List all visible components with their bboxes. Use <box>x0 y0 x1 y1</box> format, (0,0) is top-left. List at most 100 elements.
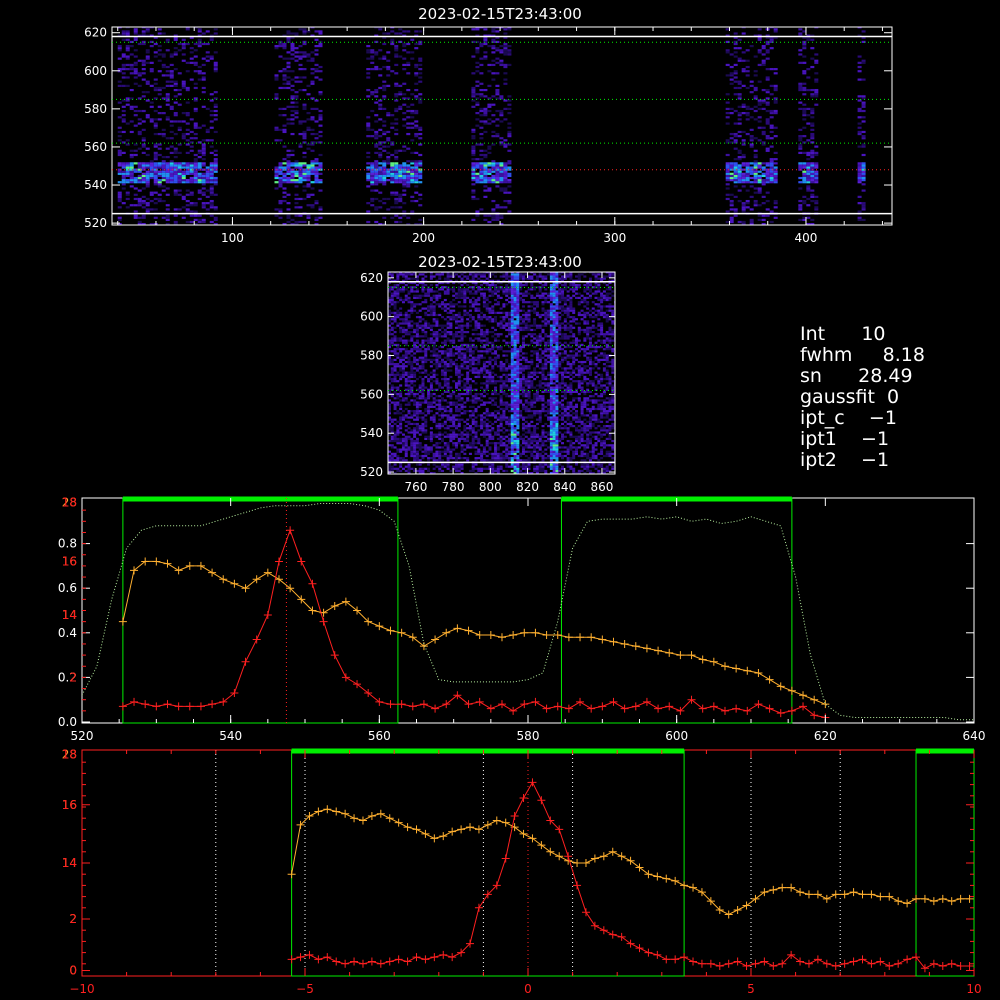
red-data-point <box>297 557 306 566</box>
orange-data-point <box>341 809 350 818</box>
orange-data-point <box>464 626 473 635</box>
orange-data-point <box>453 624 462 633</box>
orange-data-point <box>653 872 662 881</box>
orange-data-point <box>314 807 323 816</box>
red-data-point <box>587 704 596 713</box>
middle-y-tick-label: 620 <box>360 271 383 285</box>
top-y-tick-label: 520 <box>84 216 107 230</box>
orange-data-point <box>118 617 127 626</box>
orange-data-point <box>386 626 395 635</box>
red-data-point <box>724 959 733 968</box>
red-data-point <box>332 957 341 966</box>
orange-data-point <box>732 664 741 673</box>
spectrum-y-tick-label: 0.8 <box>58 537 77 551</box>
red-data-point <box>581 908 590 917</box>
orange-data-point <box>483 820 492 829</box>
middle-x-tick-label: 840 <box>553 480 576 494</box>
middle-x-tick-label: 800 <box>479 480 502 494</box>
orange-data-point <box>475 631 484 640</box>
red-data-point <box>431 704 440 713</box>
orange-data-point <box>787 686 796 695</box>
middle-y-tick-label: 600 <box>360 310 383 324</box>
red-data-point <box>376 959 385 968</box>
red-data-point <box>653 950 662 959</box>
orange-data-point <box>497 633 506 642</box>
red-data-point <box>938 962 947 971</box>
red-data-point <box>956 962 965 971</box>
orange-data-point <box>687 651 696 660</box>
orange-data-point <box>492 816 501 825</box>
red-data-point <box>598 702 607 711</box>
red-data-point <box>894 959 903 968</box>
red-data-point <box>754 700 763 709</box>
red-data-point <box>305 950 314 959</box>
orange-data-point <box>576 633 585 642</box>
red-data-point <box>796 957 805 966</box>
top-y-tick-label: 620 <box>84 26 107 40</box>
middle-x-tick-label: 860 <box>591 480 614 494</box>
orange-data-point <box>599 852 608 861</box>
red-data-point <box>439 950 448 959</box>
red-data-point <box>341 959 350 968</box>
red-data-point <box>430 953 439 962</box>
spectrum-x-tick-label: 580 <box>517 729 540 743</box>
velocity-x-tick-label: 0 <box>524 982 532 996</box>
red-data-point <box>252 635 261 644</box>
orange-data-point <box>831 890 840 899</box>
orange-data-point <box>626 856 635 865</box>
red-data-point <box>822 959 831 968</box>
top-panel-title: 2023-02-15T23:43:00 <box>418 5 582 23</box>
orange-data-point <box>671 876 680 885</box>
red-data-point <box>706 959 715 968</box>
top-x-tick-label: 200 <box>412 231 435 245</box>
red-data-point <box>386 700 395 709</box>
red-data-point <box>743 706 752 715</box>
red-data-point <box>296 953 305 962</box>
red-data-point <box>323 953 332 962</box>
middle-y-tick-label: 580 <box>360 349 383 363</box>
orange-data-point <box>520 628 529 637</box>
red-data-point <box>241 657 250 666</box>
red-data-point <box>733 957 742 966</box>
orange-data-point <box>385 814 394 823</box>
info-int: Int 10 <box>800 323 886 345</box>
orange-data-point <box>152 557 161 566</box>
red-data-point <box>274 557 283 566</box>
orange-data-point <box>778 883 787 892</box>
figure-canvas: 2023-02-15T23:43:00 2023-02-15T23:43:00 … <box>58 5 986 996</box>
orange-data-point <box>796 888 805 897</box>
orange-data-point <box>631 642 640 651</box>
red-data-point <box>367 957 376 966</box>
red-axis-label: 18 <box>62 495 77 509</box>
red-data-point <box>358 959 367 968</box>
orange-data-point <box>332 807 341 816</box>
orange-data-point <box>876 892 885 901</box>
red-data-point <box>732 704 741 713</box>
red-data-point <box>314 955 323 964</box>
orange-data-point <box>689 883 698 892</box>
red-data-point <box>620 704 629 713</box>
red-data-point <box>599 926 608 935</box>
orange-data-point <box>376 809 385 818</box>
red-series-line <box>122 528 826 718</box>
top-x-tick-label: 300 <box>603 231 626 245</box>
orange-data-point <box>885 892 894 901</box>
spectrum-x-tick-label: 620 <box>814 729 837 743</box>
orange-data-point <box>196 561 205 570</box>
info-ipt-c: ipt_c −1 <box>800 407 897 429</box>
top-x-tick-label: 100 <box>221 231 244 245</box>
red-data-point <box>671 955 680 964</box>
orange-data-point <box>208 568 217 577</box>
middle-heatmap <box>388 272 615 474</box>
spectrum-x-tick-label: 560 <box>368 729 391 743</box>
orange-data-point <box>531 628 540 637</box>
spectrum-x-tick-label: 540 <box>219 729 242 743</box>
orange-data-point <box>821 700 830 709</box>
top-y-tick-label: 540 <box>84 178 107 192</box>
filter-band <box>560 497 793 724</box>
red-data-point <box>130 697 139 706</box>
red-data-point <box>858 955 867 964</box>
orange-data-point <box>912 894 921 903</box>
orange-data-point <box>620 639 629 648</box>
red-data-point <box>163 700 172 709</box>
